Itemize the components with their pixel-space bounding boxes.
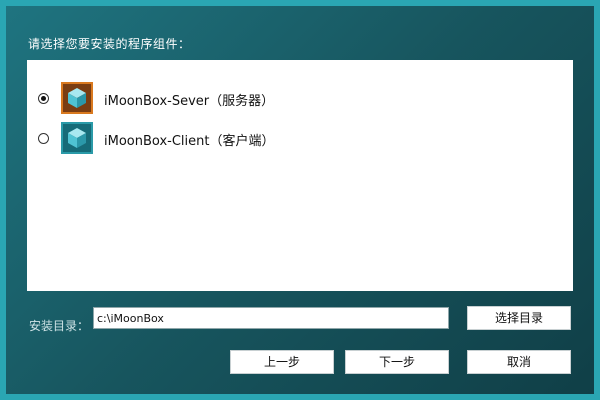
component-option-server[interactable]: iMoonBox-Sever（服务器） <box>27 82 573 116</box>
installer-window: 请选择您要安装的程序组件： iMoonBox-Sever（服务器） iMoonB… <box>0 0 600 400</box>
client-cube-icon <box>61 122 93 154</box>
server-option-label: iMoonBox-Sever（服务器） <box>104 94 275 109</box>
client-option-label: iMoonBox-Client（客户端） <box>104 134 275 149</box>
cancel-button[interactable]: 取消 <box>467 350 571 374</box>
next-button[interactable]: 下一步 <box>345 350 449 374</box>
server-radio[interactable] <box>38 93 49 104</box>
install-dir-label: 安装目录： <box>29 319 90 333</box>
install-dir-input[interactable] <box>93 307 449 329</box>
component-prompt: 请选择您要安装的程序组件： <box>28 37 191 51</box>
back-button[interactable]: 上一步 <box>230 350 334 374</box>
browse-dir-button[interactable]: 选择目录 <box>467 306 571 330</box>
server-cube-icon <box>61 82 93 114</box>
client-radio[interactable] <box>38 133 49 144</box>
component-option-client[interactable]: iMoonBox-Client（客户端） <box>27 122 573 156</box>
component-list: iMoonBox-Sever（服务器） iMoonBox-Client（客户端） <box>27 60 573 291</box>
